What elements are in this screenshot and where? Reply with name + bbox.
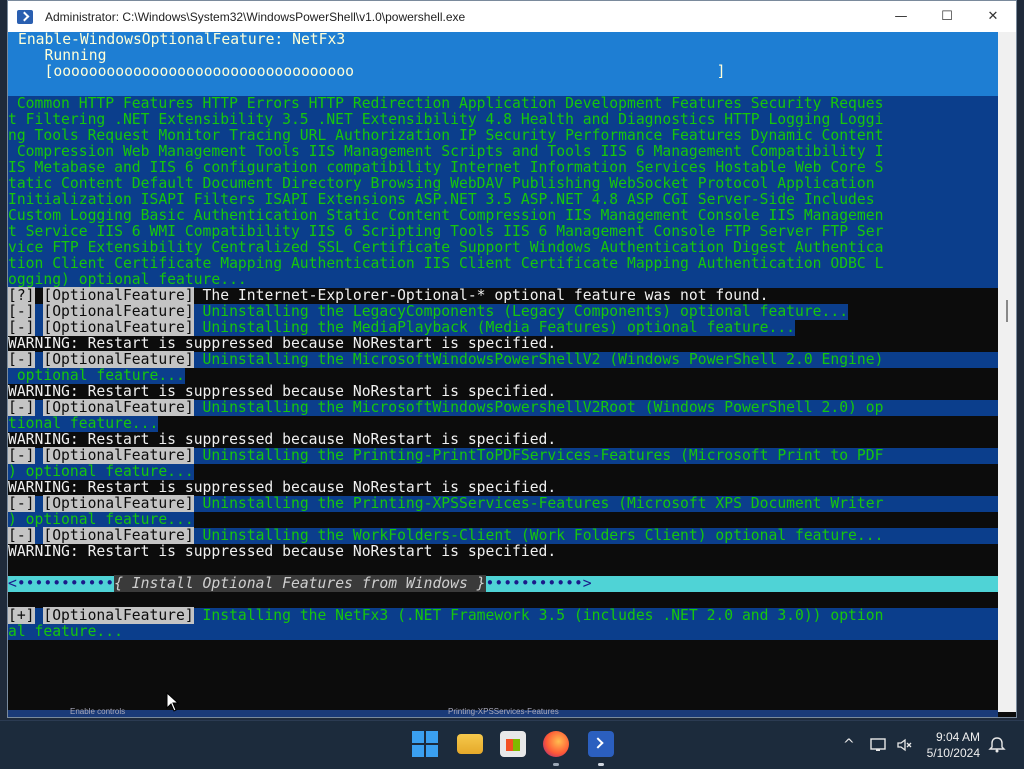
log-line: [-] [OptionalFeature] Uninstalling the P… <box>8 447 998 464</box>
scrollbar-thumb[interactable] <box>1006 300 1008 322</box>
log-text: Uninstalling the Printing-PrintToPDFServ… <box>193 447 884 464</box>
log-text: Uninstalling the WorkFolders-Client (Wor… <box>193 527 884 544</box>
background-hint-left: Enable controls <box>70 707 126 716</box>
log-text: Uninstalling the MicrosoftWindowsPowersh… <box>193 399 884 416</box>
log-tag: [OptionalFeature] <box>43 495 194 512</box>
background-window-strip: Enable controls Printing-XPSServices-Fea… <box>8 707 998 717</box>
notifications-icon[interactable] <box>988 721 1006 769</box>
log-marker: [-] <box>8 495 35 512</box>
vertical-scrollbar[interactable] <box>998 32 1016 712</box>
log-marker: [?] <box>8 287 35 304</box>
section-label: { Install Optional Features from Windows… <box>114 575 486 592</box>
feature-list-line: t Filtering .NET Extensibility 3.5 .NET … <box>8 112 998 128</box>
section-left: <••••••••••• <box>8 575 115 592</box>
warning-line: WARNING: Restart is suppressed because N… <box>8 335 557 352</box>
console-output[interactable]: Enable-WindowsOptionalFeature: NetFx3 Ru… <box>8 32 998 712</box>
chevron-up-icon: ^ <box>843 737 855 753</box>
log-tag: [OptionalFeature] <box>43 447 194 464</box>
log-marker: [-] <box>8 303 35 320</box>
warning-line: WARNING: Restart is suppressed because N… <box>8 543 557 560</box>
network-icon[interactable] <box>870 721 888 769</box>
log-text: Uninstalling the LegacyComponents (Legac… <box>193 303 849 320</box>
log-tag: [OptionalFeature] <box>43 287 194 304</box>
log-marker: [-] <box>8 527 35 544</box>
feature-list-line: Custom Logging Basic Authentication Stat… <box>8 208 998 224</box>
title-bar[interactable]: Administrator: C:\Windows\System32\Windo… <box>8 1 1016 32</box>
progress-bar: [oooooooooooooooooooooooooooooooooo ] <box>18 63 726 80</box>
log-continuation: al feature... <box>8 624 998 640</box>
powershell-taskbar-icon[interactable] <box>588 731 614 757</box>
feature-list-line: tion Client Certificate Mapping Authenti… <box>8 256 998 272</box>
feature-list-line: Initialization ISAPI Filters ISAPI Exten… <box>8 192 998 208</box>
powershell-icon <box>17 9 33 24</box>
feature-list-line: IS Metabase and IIS 6 configuration comp… <box>8 160 998 176</box>
maximize-button[interactable]: ☐ <box>924 1 970 32</box>
log-tag: [OptionalFeature] <box>43 351 194 368</box>
log-continuation: ) optional feature... <box>8 463 194 480</box>
system-clock[interactable]: 9:04 AM 5/10/2024 <box>927 729 980 761</box>
log-tag: [OptionalFeature] <box>43 303 194 320</box>
log-text: Uninstalling the MediaPlayback (Media Fe… <box>193 319 796 336</box>
window-title: Administrator: C:\Windows\System32\Windo… <box>45 9 466 24</box>
warning-line: WARNING: Restart is suppressed because N… <box>8 383 557 400</box>
firefox-icon[interactable] <box>543 731 569 757</box>
log-line: [-] [OptionalFeature] Uninstalling the W… <box>8 527 998 544</box>
log-tag: [OptionalFeature] <box>43 319 194 336</box>
microsoft-store-icon[interactable] <box>500 731 526 757</box>
progress-activity: Enable-WindowsOptionalFeature: NetFx3 <box>18 31 346 48</box>
file-explorer-icon[interactable] <box>457 734 483 754</box>
log-line: [-] [OptionalFeature] Uninstalling the M… <box>8 319 796 336</box>
log-tag: [OptionalFeature] <box>43 527 194 544</box>
feature-list-line: tatic Content Default Document Directory… <box>8 176 998 192</box>
feature-list-line: Compression Web Management Tools IIS Man… <box>8 144 998 160</box>
log-line: [-] [OptionalFeature] Uninstalling the L… <box>8 303 849 320</box>
close-button[interactable]: ✕ <box>970 1 1016 32</box>
log-tag: [OptionalFeature] <box>43 607 194 624</box>
minimize-button[interactable]: — <box>878 1 924 32</box>
feature-list-line: Common HTTP Features HTTP Errors HTTP Re… <box>8 96 998 112</box>
warning-line: WARNING: Restart is suppressed because N… <box>8 479 557 496</box>
log-text: Installing the NetFx3 (.NET Framework 3.… <box>193 607 884 624</box>
log-line: [?] [OptionalFeature] The Internet-Explo… <box>8 287 769 304</box>
powershell-window[interactable]: Administrator: C:\Windows\System32\Windo… <box>7 0 1017 718</box>
section-right: •••••••••••> <box>485 575 592 592</box>
log-continuation: ) optional feature... <box>8 511 194 528</box>
log-continuation: tional feature... <box>8 415 159 432</box>
log-tag: [OptionalFeature] <box>43 399 194 416</box>
log-marker: [+] <box>8 607 35 624</box>
running-indicator <box>598 763 604 766</box>
clock-date: 5/10/2024 <box>926 746 980 760</box>
log-line: [-] [OptionalFeature] Uninstalling the M… <box>8 399 998 416</box>
log-text: The Internet-Explorer-Optional-* optiona… <box>193 287 769 304</box>
warning-line: WARNING: Restart is suppressed because N… <box>8 431 557 448</box>
log-line: [+] [OptionalFeature] Installing the Net… <box>8 607 998 624</box>
feature-list-line: ng Tools Request Monitor Tracing URL Aut… <box>8 128 998 144</box>
log-marker: [-] <box>8 319 35 336</box>
log-marker: [-] <box>8 447 35 464</box>
log-text: Uninstalling the MicrosoftWindowsPowerSh… <box>193 351 884 368</box>
feature-list-line: ogging) optional feature... <box>8 272 998 288</box>
tray-overflow-button[interactable]: ^ <box>843 721 855 769</box>
log-line: [-] [OptionalFeature] Uninstalling the M… <box>8 351 998 368</box>
volume-muted-icon[interactable] <box>896 721 914 769</box>
log-continuation: optional feature... <box>8 367 185 384</box>
running-indicator <box>553 763 559 766</box>
progress-status: Running <box>18 47 107 64</box>
background-hint-middle: Printing-XPSServices-Features <box>448 707 559 716</box>
clock-time: 9:04 AM <box>935 730 980 744</box>
taskbar: ^ 9:04 AM 5/10/2024 <box>0 720 1024 769</box>
log-line: [-] [OptionalFeature] Uninstalling the P… <box>8 495 998 512</box>
log-text: Uninstalling the Printing-XPSServices-Fe… <box>193 495 884 512</box>
section-header: <•••••••••••{ Install Optional Features … <box>8 575 592 592</box>
feature-list-line: vice FTP Extensibility Centralized SSL C… <box>8 240 998 256</box>
log-marker: [-] <box>8 399 35 416</box>
log-marker: [-] <box>8 351 35 368</box>
windows-start-icon[interactable] <box>412 731 438 757</box>
feature-list-line: t Service IIS 6 WMI Compatibility IIS 6 … <box>8 224 998 240</box>
progress-panel: Enable-WindowsOptionalFeature: NetFx3 Ru… <box>8 32 998 96</box>
